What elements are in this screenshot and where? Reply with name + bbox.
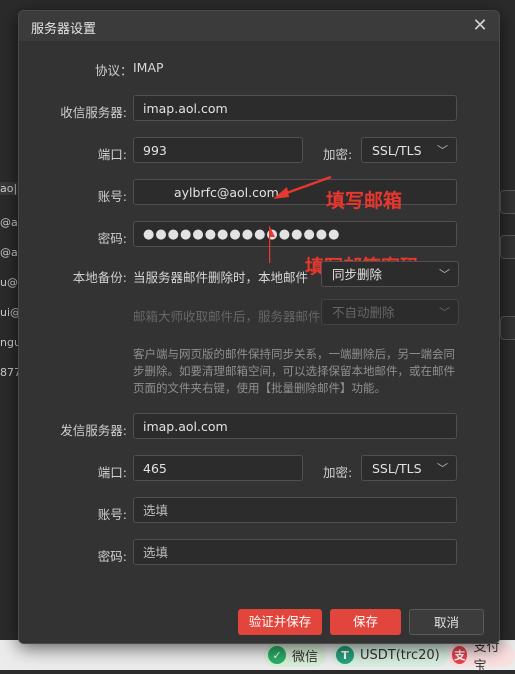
outgoing-password-label: 密码: (97, 549, 127, 564)
chevron-down-icon: ﹀ (439, 268, 450, 281)
alipay-item[interactable]: 支 支付宝 (448, 640, 515, 674)
usdt-item[interactable]: T USDT(trc20) (332, 643, 448, 667)
outgoing-server-input[interactable]: imap.aol.com (133, 413, 457, 439)
backup-row1-text: 当服务器邮件删除时，本地邮件 (133, 270, 309, 285)
verify-save-button[interactable]: 验证并保存 (238, 609, 322, 635)
incoming-encryption-select[interactable]: SSL/TLS ﹀ (361, 137, 457, 163)
chevron-down-icon: ﹀ (437, 144, 448, 157)
arrow-to-account (280, 175, 332, 197)
bg-side-control[interactable] (500, 190, 515, 214)
protocol-label: 协议： (95, 63, 133, 78)
backup-label: 本地备份: (72, 270, 127, 285)
backup-delete-sync-value: 同步删除 (332, 267, 383, 282)
taskbar: ✓ 微信 T USDT(trc20) 支 支付宝 (0, 640, 515, 674)
wechat-label: 微信 (292, 649, 319, 665)
server-settings-dialog: 服务器设置 ✕ 协议： IMAP 收信服务器: imap.aol.com 端口:… (18, 10, 500, 644)
password-label: 密码: (97, 231, 127, 246)
save-button[interactable]: 保存 (330, 609, 401, 635)
backup-row2-text: 邮箱大师收取邮件后，服务器邮件 (133, 309, 321, 324)
incoming-port-label: 端口: (97, 147, 127, 162)
usdt-label: USDT(trc20) (360, 647, 440, 663)
wechat-icon: ✓ (268, 646, 286, 664)
chevron-down-icon: ﹀ (437, 462, 448, 475)
incoming-port-input[interactable]: 993 (133, 137, 303, 163)
background-mail-list: ao| @ao @ao u@ ui@ ngu 877 (0, 170, 24, 400)
outgoing-encryption-label: 加密: (323, 465, 353, 480)
incoming-server-label: 收信服务器: (60, 105, 127, 120)
bg-side-control[interactable] (500, 235, 515, 259)
dialog-title: 服务器设置 (31, 22, 97, 37)
backup-delete-sync-select[interactable]: 同步删除 ﹀ (321, 261, 459, 287)
server-mail-delete-select[interactable]: 不自动删除 ﹀ (321, 299, 459, 325)
bg-side-control[interactable] (500, 316, 515, 340)
account-label: 账号: (97, 189, 127, 204)
close-icon[interactable]: ✕ (469, 15, 491, 37)
tether-icon: T (336, 646, 354, 664)
outgoing-account-label: 账号: (97, 507, 127, 522)
incoming-server-input[interactable]: imap.aol.com (133, 95, 457, 121)
backup-description: 客户端与网页版的邮件保持同步关系，一端删除后，另一端会同步删除。如要清理邮箱空间… (133, 347, 455, 395)
outgoing-server-label: 发信服务器: (60, 423, 127, 438)
outgoing-encryption-value: SSL/TLS (372, 461, 422, 476)
alipay-icon: 支 (452, 646, 468, 664)
outgoing-port-input[interactable]: 465 (133, 455, 303, 481)
arrow-head-password (269, 225, 275, 237)
server-mail-delete-value: 不自动删除 (332, 305, 395, 320)
annotation-fill-email: 填写邮箱 (326, 190, 403, 212)
incoming-encryption-label: 加密: (323, 147, 353, 162)
chevron-down-icon: ﹀ (439, 306, 450, 319)
bg-list-item[interactable]: ao| (0, 182, 20, 195)
outgoing-port-label: 端口: (97, 465, 127, 480)
cancel-button[interactable]: 取消 (409, 609, 484, 635)
outgoing-account-input[interactable]: 选填 (133, 497, 457, 523)
incoming-encryption-value: SSL/TLS (372, 143, 422, 158)
outgoing-password-input[interactable]: 选填 (133, 539, 457, 565)
arrow-head-account (273, 187, 289, 199)
dialog-titlebar: 服务器设置 ✕ (19, 11, 499, 41)
wechat-pay-item[interactable]: ✓ 微信 (264, 643, 327, 667)
protocol-value: IMAP (133, 60, 164, 75)
outgoing-encryption-select[interactable]: SSL/TLS ﹀ (361, 455, 457, 481)
